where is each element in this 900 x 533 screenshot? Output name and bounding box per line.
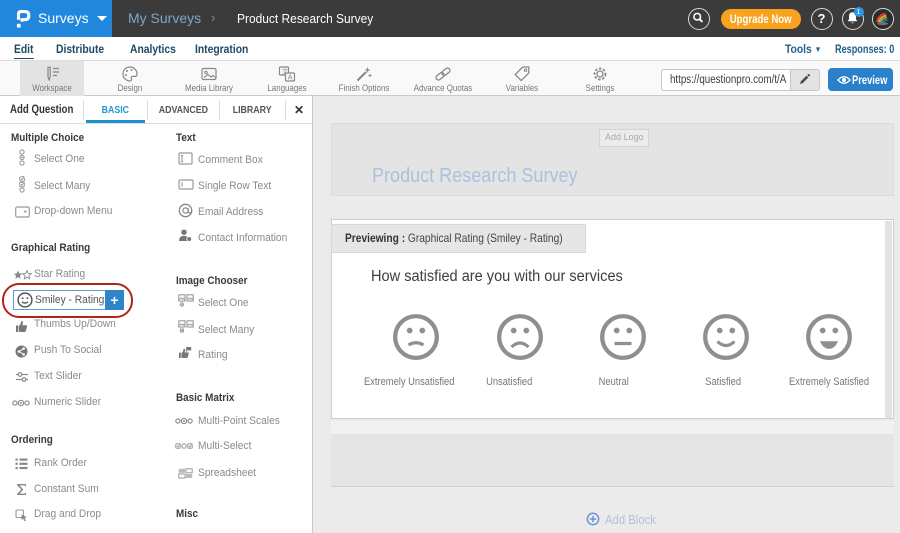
svg-text:A: A <box>288 75 293 82</box>
